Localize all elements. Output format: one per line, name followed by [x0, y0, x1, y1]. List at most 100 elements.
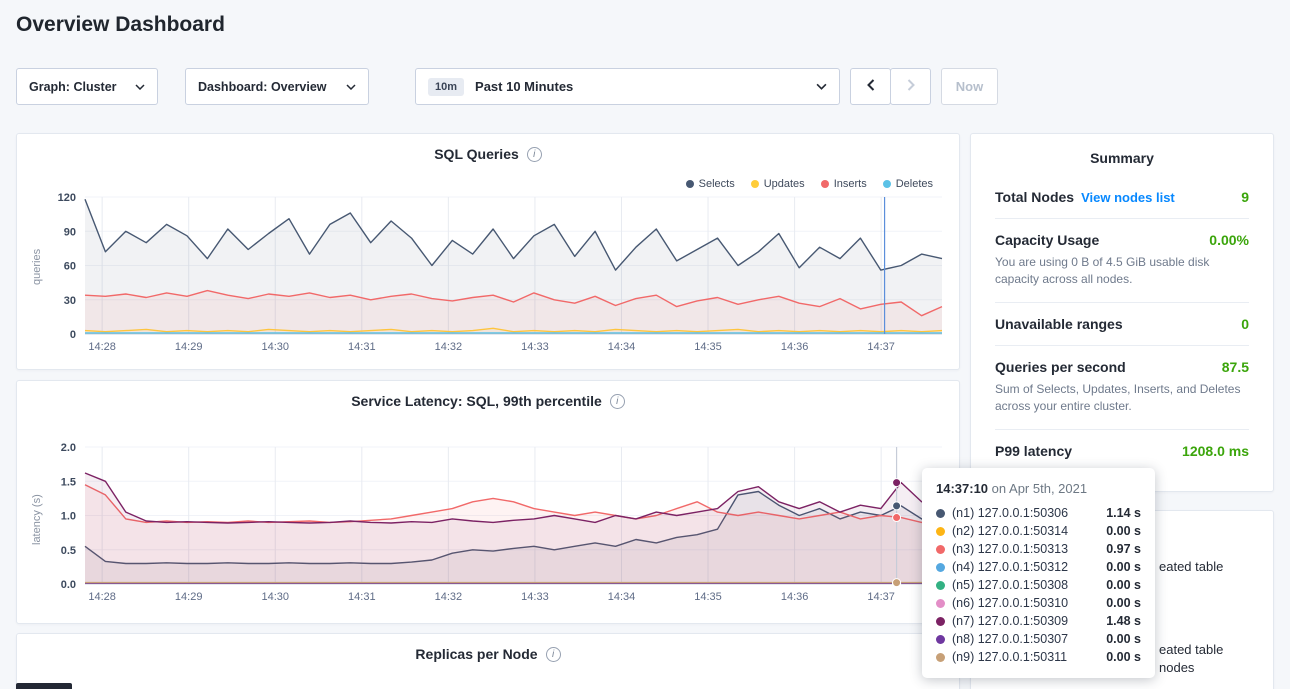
summary-title: Summary	[995, 150, 1249, 166]
legend-item[interactable]: Selects	[686, 178, 735, 190]
time-range-selector[interactable]: 10m Past 10 Minutes	[415, 68, 840, 105]
sql-queries-chart[interactable]: 030609012014:2814:2914:3014:3114:3214:33…	[23, 190, 953, 356]
now-button[interactable]: Now	[941, 68, 998, 105]
svg-text:14:33: 14:33	[521, 591, 549, 603]
tooltip-node-label: (n5) 127.0.0.1:50308	[952, 578, 1106, 592]
dashboard-selector[interactable]: Dashboard: Overview	[185, 68, 369, 105]
info-icon[interactable]: i	[610, 394, 625, 409]
chart-title-text: Service Latency: SQL, 99th percentile	[351, 393, 602, 409]
summary-description: Sum of Selects, Updates, Inserts, and De…	[995, 381, 1249, 416]
series-color-dot	[936, 563, 945, 572]
svg-text:14:37: 14:37	[867, 341, 895, 353]
dashboard-selector-label: Dashboard:	[198, 80, 267, 94]
svg-text:30: 30	[64, 295, 76, 307]
event-text-fragment: eated table	[1159, 559, 1223, 574]
series-color-dot	[821, 180, 829, 188]
time-prev-button[interactable]	[850, 68, 891, 105]
series-color-dot	[686, 180, 694, 188]
replicas-per-node-chart-panel: Replicas per Node i	[16, 633, 960, 689]
tooltip-node-label: (n2) 127.0.0.1:50314	[952, 524, 1106, 538]
series-color-dot	[936, 527, 945, 536]
tooltip-node-value: 0.00 s	[1106, 560, 1141, 574]
replicas-chart-title: Replicas per Node i	[17, 646, 959, 662]
summary-row-unavailable-ranges: Unavailable ranges 0	[995, 302, 1249, 345]
legend-label: Inserts	[834, 178, 867, 190]
svg-text:14:28: 14:28	[88, 341, 116, 353]
view-nodes-list-link[interactable]: View nodes list	[1081, 190, 1175, 205]
svg-text:0: 0	[70, 329, 76, 341]
sql-queries-chart-panel: SQL Queries i Selects Updates Inserts De…	[16, 133, 960, 370]
time-next-button[interactable]	[890, 68, 931, 105]
tooltip-node-value: 0.00 s	[1106, 524, 1141, 538]
tooltip-node-value: 1.48 s	[1106, 614, 1141, 628]
series-color-dot	[936, 617, 945, 626]
summary-value: 0.00%	[1209, 232, 1249, 248]
summary-label: Queries per second	[995, 359, 1126, 375]
sql-queries-chart-title: SQL Queries i	[17, 146, 959, 162]
tooltip-node-value: 0.00 s	[1106, 650, 1141, 664]
summary-row-queries-per-second: Queries per second 87.5 Sum of Selects, …	[995, 345, 1249, 429]
tooltip-node-label: (n4) 127.0.0.1:50312	[952, 560, 1106, 574]
chevron-down-icon	[816, 83, 827, 90]
svg-text:14:33: 14:33	[521, 341, 549, 353]
dashboard-selector-value: Overview	[271, 80, 327, 94]
summary-description: You are using 0 B of 4.5 GiB usable disk…	[995, 254, 1249, 289]
legend-item[interactable]: Inserts	[821, 178, 867, 190]
sql-queries-legend: Selects Updates Inserts Deletes	[686, 178, 933, 190]
svg-text:14:31: 14:31	[348, 591, 376, 603]
clipped-tooltip-fragment	[16, 683, 72, 689]
service-latency-chart-title: Service Latency: SQL, 99th percentile i	[17, 393, 959, 409]
summary-value: 1208.0 ms	[1182, 443, 1249, 459]
tooltip-timestamp: 14:37:10 on Apr 5th, 2021	[936, 481, 1141, 496]
svg-text:14:28: 14:28	[88, 591, 116, 603]
tooltip-node-value: 0.97 s	[1106, 542, 1141, 556]
summary-value: 0	[1241, 316, 1249, 332]
graph-selector-value: Cluster	[73, 80, 116, 94]
svg-text:60: 60	[64, 261, 76, 273]
legend-label: Deletes	[896, 178, 933, 190]
svg-text:14:32: 14:32	[435, 591, 463, 603]
series-color-dot	[936, 509, 945, 518]
svg-text:14:32: 14:32	[435, 341, 463, 353]
time-range-badge: 10m	[428, 78, 464, 96]
legend-label: Selects	[699, 178, 735, 190]
svg-text:1.0: 1.0	[61, 511, 76, 523]
svg-text:14:30: 14:30	[261, 591, 289, 603]
graph-selector[interactable]: Graph: Cluster	[16, 68, 158, 105]
tooltip-node-value: 1.14 s	[1106, 506, 1141, 520]
summary-panel: Summary Total NodesView nodes list 9 Cap…	[970, 133, 1274, 492]
tooltip-time: 14:37:10	[936, 481, 988, 496]
graph-selector-label: Graph:	[29, 80, 70, 94]
tooltip-row: (n6) 127.0.0.1:50310 0.00 s	[936, 594, 1141, 612]
tooltip-row: (n9) 127.0.0.1:50311 0.00 s	[936, 648, 1141, 666]
svg-text:14:35: 14:35	[694, 591, 722, 603]
tooltip-row: (n3) 127.0.0.1:50313 0.97 s	[936, 540, 1141, 558]
page-title: Overview Dashboard	[16, 13, 225, 37]
summary-value: 9	[1241, 189, 1249, 205]
summary-row-p99-latency: P99 latency 1208.0 ms	[995, 429, 1249, 472]
summary-label: P99 latency	[995, 443, 1072, 459]
svg-text:14:31: 14:31	[348, 341, 376, 353]
tooltip-row: (n2) 127.0.0.1:50314 0.00 s	[936, 522, 1141, 540]
tooltip-node-label: (n6) 127.0.0.1:50310	[952, 596, 1106, 610]
chevron-right-icon	[907, 79, 915, 94]
info-icon[interactable]: i	[546, 647, 561, 662]
tooltip-node-label: (n9) 127.0.0.1:50311	[952, 650, 1106, 664]
legend-item[interactable]: Deletes	[883, 178, 933, 190]
info-icon[interactable]: i	[527, 147, 542, 162]
chevron-left-icon	[867, 79, 875, 94]
summary-row-capacity-usage: Capacity Usage 0.00% You are using 0 B o…	[995, 218, 1249, 302]
series-color-dot	[936, 599, 945, 608]
series-color-dot	[936, 545, 945, 554]
svg-text:0.5: 0.5	[61, 545, 76, 557]
svg-text:14:35: 14:35	[694, 341, 722, 353]
tooltip-node-label: (n1) 127.0.0.1:50306	[952, 506, 1106, 520]
time-range-label: Past 10 Minutes	[475, 79, 806, 94]
legend-item[interactable]: Updates	[751, 178, 805, 190]
event-text-fragment: nodes	[1159, 660, 1194, 675]
tooltip-row: (n1) 127.0.0.1:50306 1.14 s	[936, 504, 1141, 522]
service-latency-chart[interactable]: 0.00.51.01.52.014:2814:2914:3014:3114:32…	[23, 440, 953, 606]
svg-text:14:37: 14:37	[867, 591, 895, 603]
legend-label: Updates	[764, 178, 805, 190]
svg-text:14:36: 14:36	[781, 341, 809, 353]
